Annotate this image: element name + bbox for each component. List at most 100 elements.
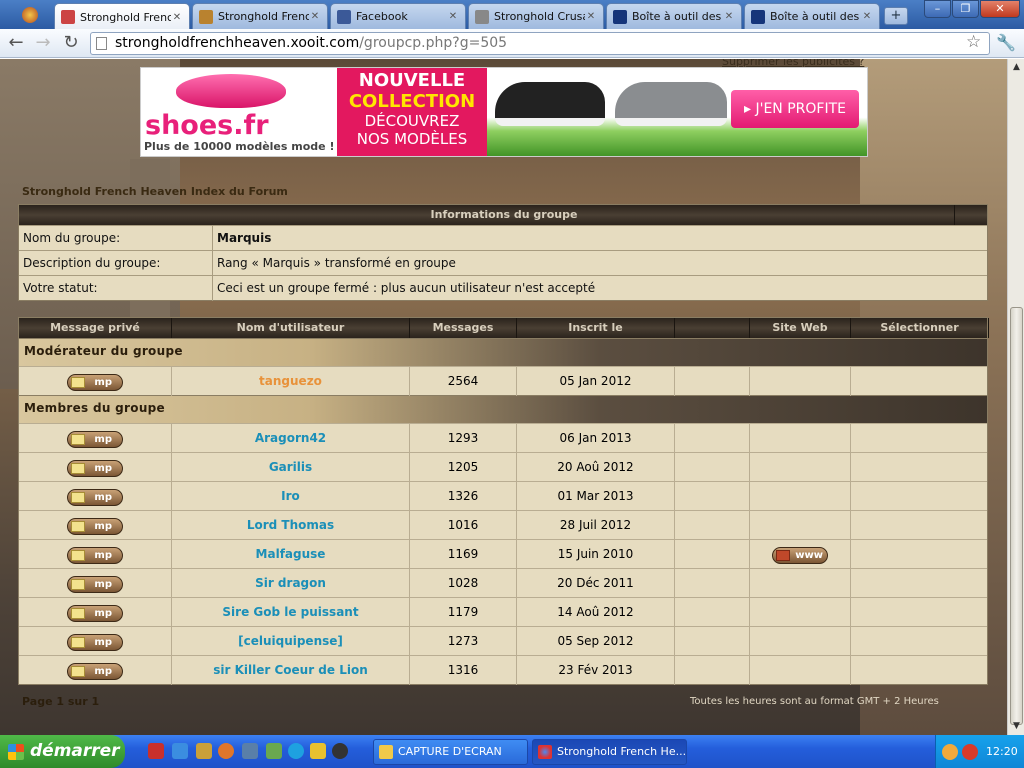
column-header[interactable] (675, 318, 750, 338)
tab-close-icon[interactable]: ✕ (585, 11, 597, 22)
pm-label: mp (94, 666, 112, 677)
ad-banner[interactable]: shoes.fr Plus de 10000 modèles mode ! NO… (140, 67, 868, 157)
page-viewport: Supprimer les publicités ? shoes.fr Plus… (0, 59, 1007, 735)
private-message-button[interactable]: mp (67, 634, 123, 651)
browser-tab[interactable]: Stronghold French ✕ (192, 3, 328, 29)
forward-arrow-icon[interactable]: → (32, 33, 54, 55)
info-value: Marquis (217, 231, 272, 245)
quicklaunch-skype-icon[interactable] (288, 743, 304, 759)
ad-cta-button[interactable]: ▸ J'EN PROFITE (731, 90, 859, 128)
quicklaunch-network-icon[interactable] (242, 743, 258, 759)
promo-line-4: NOS MODÈLES (356, 130, 468, 148)
close-window-button[interactable]: ✕ (980, 0, 1020, 18)
quicklaunch-grid-icon[interactable] (310, 743, 326, 759)
address-bar[interactable]: strongholdfrenchheaven.xooit.com/groupcp… (90, 32, 990, 55)
breadcrumb[interactable]: Stronghold French Heaven Index du Forum (22, 185, 288, 198)
browser-tab[interactable]: Stronghold French ✕ (54, 3, 190, 30)
members-table-header: Message privé Nom d'utilisateur Messages In… (19, 318, 989, 338)
tab-close-icon[interactable]: ✕ (309, 11, 321, 22)
quicklaunch-firefox-icon[interactable] (218, 743, 234, 759)
taskbar-button[interactable]: Stronghold French He... (532, 739, 687, 765)
tab-label: Boîte à outil des W (770, 10, 861, 23)
username-link[interactable]: Aragorn42 (172, 424, 410, 453)
browser-tab[interactable]: Boîte à outil des W✕ (606, 3, 742, 29)
empty-cell (675, 482, 750, 511)
username-link[interactable]: Sire Gob le puissant (172, 598, 410, 627)
column-header[interactable]: Message privé (19, 318, 172, 338)
website-cell (750, 511, 851, 540)
private-message-button[interactable]: mp (67, 374, 123, 391)
post-count: 1205 (410, 453, 517, 482)
scroll-down-icon[interactable]: ▼ (1008, 718, 1024, 735)
tab-close-icon[interactable]: ✕ (861, 11, 873, 22)
username-link[interactable]: [celuiquipense] (172, 627, 410, 656)
select-cell (851, 656, 989, 685)
tray-security-icon[interactable] (962, 744, 978, 760)
info-key: Nom du groupe: (23, 231, 121, 245)
pm-cell: mp (19, 540, 172, 569)
website-button[interactable]: www (772, 547, 828, 564)
column-header[interactable]: Sélectionner (851, 318, 989, 338)
username-link[interactable]: Iro (172, 482, 410, 511)
private-message-button[interactable]: mp (67, 663, 123, 680)
tab-label: Stronghold French (218, 10, 309, 23)
quicklaunch-wow-icon[interactable] (196, 743, 212, 759)
vertical-scrollbar[interactable]: ▲ ▼ (1007, 59, 1024, 735)
envelope-icon (71, 666, 85, 677)
browser-tab[interactable]: Stronghold Crusad✕ (468, 3, 604, 29)
maximize-button[interactable]: ❐ (952, 0, 979, 18)
wrench-menu-icon[interactable]: 🔧 (996, 33, 1016, 52)
username-link[interactable]: tanguezo (172, 367, 410, 396)
username-link[interactable]: Malfaguse (172, 540, 410, 569)
minimize-button[interactable]: – (924, 0, 951, 18)
private-message-button[interactable]: mp (67, 605, 123, 622)
username-link[interactable]: sir Killer Coeur de Lion (172, 656, 410, 685)
website-cell (750, 569, 851, 598)
private-message-button[interactable]: mp (67, 489, 123, 506)
scroll-up-icon[interactable]: ▲ (1008, 59, 1024, 76)
username-link[interactable]: Garilis (172, 453, 410, 482)
back-arrow-icon[interactable]: ← (5, 33, 27, 55)
column-header[interactable]: Inscrit le (517, 318, 675, 338)
empty-cell (675, 453, 750, 482)
member-row: mp Aragorn42 1293 06 Jan 2013 (19, 423, 987, 453)
tab-favicon-icon (337, 9, 351, 24)
join-date: 28 Juil 2012 (517, 511, 675, 540)
quicklaunch-ie-icon[interactable] (172, 743, 188, 759)
tab-close-icon[interactable]: ✕ (447, 11, 459, 22)
private-message-button[interactable]: mp (67, 460, 123, 477)
taskbar-button[interactable]: CAPTURE D'ECRAN (373, 739, 528, 765)
post-count: 1273 (410, 627, 517, 656)
new-tab-button[interactable]: + (884, 7, 908, 25)
private-message-button[interactable]: mp (67, 431, 123, 448)
start-button[interactable]: démarrer (0, 735, 125, 768)
quicklaunch-chat-icon[interactable] (266, 743, 282, 759)
envelope-icon (71, 521, 85, 532)
column-header[interactable]: Messages (410, 318, 517, 338)
private-message-button[interactable]: mp (67, 576, 123, 593)
join-date: 15 Juin 2010 (517, 540, 675, 569)
tray-arrow-icon[interactable] (942, 744, 958, 760)
tab-close-icon[interactable]: ✕ (723, 11, 735, 22)
browser-app-icon[interactable] (22, 7, 38, 23)
scroll-thumb[interactable] (1010, 307, 1023, 725)
private-message-button[interactable]: mp (67, 547, 123, 564)
private-message-button[interactable]: mp (67, 518, 123, 535)
join-date: 14 Aoû 2012 (517, 598, 675, 627)
reload-icon[interactable]: ↻ (60, 33, 82, 55)
quicklaunch-red-icon[interactable] (148, 743, 164, 759)
browser-tab[interactable]: Boîte à outil des W✕ (744, 3, 880, 29)
quicklaunch-globe-icon[interactable] (332, 743, 348, 759)
info-value: Ceci est un groupe fermé : plus aucun ut… (217, 281, 596, 295)
column-header[interactable]: Site Web (750, 318, 851, 338)
member-row: mp tanguezo 2564 05 Jan 2012 (19, 366, 987, 396)
bookmark-star-icon[interactable]: ☆ (966, 32, 981, 52)
username-link[interactable]: Lord Thomas (172, 511, 410, 540)
browser-tab[interactable]: Facebook ✕ (330, 3, 466, 29)
username-link[interactable]: Sir dragon (172, 569, 410, 598)
column-header[interactable]: Nom d'utilisateur (172, 318, 410, 338)
tab-close-icon[interactable]: ✕ (171, 12, 183, 23)
system-tray: 12:20 (935, 735, 1024, 768)
envelope-icon (71, 608, 85, 619)
website-cell (750, 367, 851, 396)
